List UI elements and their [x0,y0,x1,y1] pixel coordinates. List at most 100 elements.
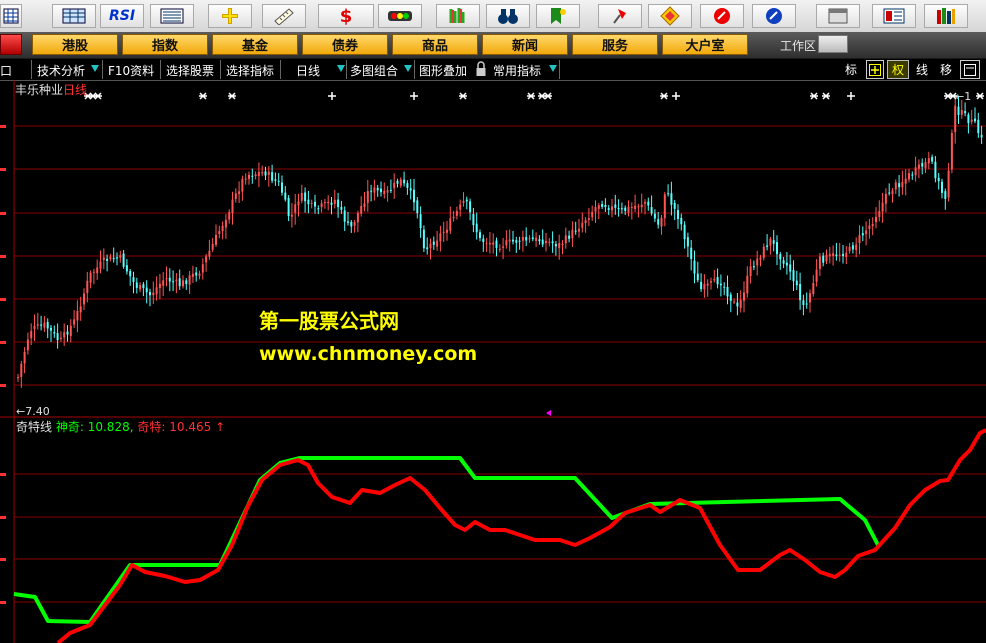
plus-marker-icon [672,92,680,100]
candle-body [805,303,808,305]
candle-body [696,273,699,281]
info-ball-icon[interactable] [700,4,744,28]
menu-fund[interactable]: 基金 [212,34,298,55]
crosshair-icon[interactable] [208,4,252,28]
menu-vip-room[interactable]: 大户室 [662,34,748,55]
func-select-indicator[interactable]: 选择指标 [226,62,274,79]
axis-tick [0,558,6,561]
func-overlay[interactable]: 图形叠加 [419,62,467,79]
plus-marker-icon [410,92,418,100]
dropdown-arrow-icon[interactable] [549,65,557,72]
candle-body [366,191,369,203]
menu-bond[interactable]: 债券 [302,34,388,55]
candle-body [601,203,604,207]
indicator-title: 奇特线 神奇: 10.828, 奇特: 10.465 ↑ [16,418,225,435]
candle-body [205,256,208,263]
grid-icon[interactable] [0,4,22,28]
candle-body [630,207,633,209]
candle-body [168,277,171,282]
plus-box-icon[interactable] [866,60,884,79]
dropdown-arrow-icon[interactable] [404,65,412,72]
candle-body [317,208,320,210]
star-marker-icon [199,92,207,100]
func-daily[interactable]: 日线 [296,62,320,79]
func-tech-analysis[interactable]: 技术分析 [37,62,85,79]
workspace-label[interactable]: 工作区 [780,37,816,54]
report-icon[interactable] [872,4,916,28]
menu-red-button[interactable] [0,34,22,55]
candle-body [442,231,445,233]
candle-body [670,193,673,205]
diamond-icon[interactable] [648,4,692,28]
lock-icon[interactable] [475,61,487,77]
candle-body [611,206,613,211]
list-icon[interactable] [150,4,194,28]
separator [280,60,281,79]
rsi-icon[interactable]: RSI [100,4,144,28]
window-icon[interactable] [816,4,860,28]
menu-commodity[interactable]: 商品 [392,34,478,55]
func-f10[interactable]: F10资料 [108,62,154,79]
axis-tick [0,516,6,519]
candle-body [469,201,472,213]
workspace-button[interactable] [818,35,848,53]
candle-body [310,202,313,204]
binoculars-icon[interactable] [486,4,530,28]
candle-body [795,280,798,286]
candle-body [475,223,478,233]
chart-canvas[interactable] [0,80,986,643]
func-line[interactable]: 线 [911,60,933,79]
candle-body [327,201,330,204]
candle-body [389,189,392,191]
func-rights[interactable]: 权 [887,60,909,79]
window-toggle-icon[interactable] [960,60,980,79]
candle-body [36,324,39,326]
ruler-icon[interactable] [262,4,306,28]
menu-hk-stock[interactable]: 港股 [32,34,118,55]
dropdown-arrow-icon[interactable] [337,65,345,72]
candle-body [894,182,897,190]
menu-news[interactable]: 新闻 [482,34,568,55]
table-icon[interactable] [52,4,96,28]
shenqi-value: 10.828, [87,420,134,434]
bookmark-icon[interactable] [536,4,580,28]
pin-icon[interactable] [598,4,642,28]
func-mark[interactable]: 标 [840,60,862,79]
dollar-icon[interactable]: $ [318,4,374,28]
candle-body [175,279,178,282]
high-price-marker: ←1 [955,90,972,103]
menu-service[interactable]: 服务 [572,34,658,55]
candle-body [541,239,544,245]
candle-body [347,221,349,223]
candle-body [818,256,821,269]
func-multi-chart[interactable]: 多图组合 [350,62,398,79]
traffic-light-icon[interactable] [378,4,422,28]
bars-icon[interactable] [436,4,480,28]
candle-body [195,272,198,276]
candle-body [92,271,95,273]
func-select-stock[interactable]: 选择股票 [166,62,214,79]
candle-body [581,222,584,228]
axis-tick [0,255,6,258]
candle-body [647,201,650,206]
candle-body [294,204,297,213]
qite-line [56,428,986,643]
candle-body [736,302,739,307]
candle-body [663,194,666,219]
candle-body [264,171,267,176]
dropdown-arrow-icon[interactable] [91,65,99,72]
candle-body [155,287,158,295]
candle-body [710,281,712,283]
candle-body [650,207,653,214]
candle-body [446,229,448,233]
candle-body [911,174,914,176]
func-common-indicators[interactable]: 常用指标 [493,62,541,79]
candle-body [215,234,217,245]
menu-index[interactable]: 指数 [122,34,208,55]
candle-body [785,262,788,266]
func-window[interactable]: 口 [0,62,12,79]
func-move[interactable]: 移 [935,60,957,79]
candle-body [723,286,726,288]
info-ball-icon[interactable] [752,4,796,28]
books-icon[interactable] [924,4,968,28]
